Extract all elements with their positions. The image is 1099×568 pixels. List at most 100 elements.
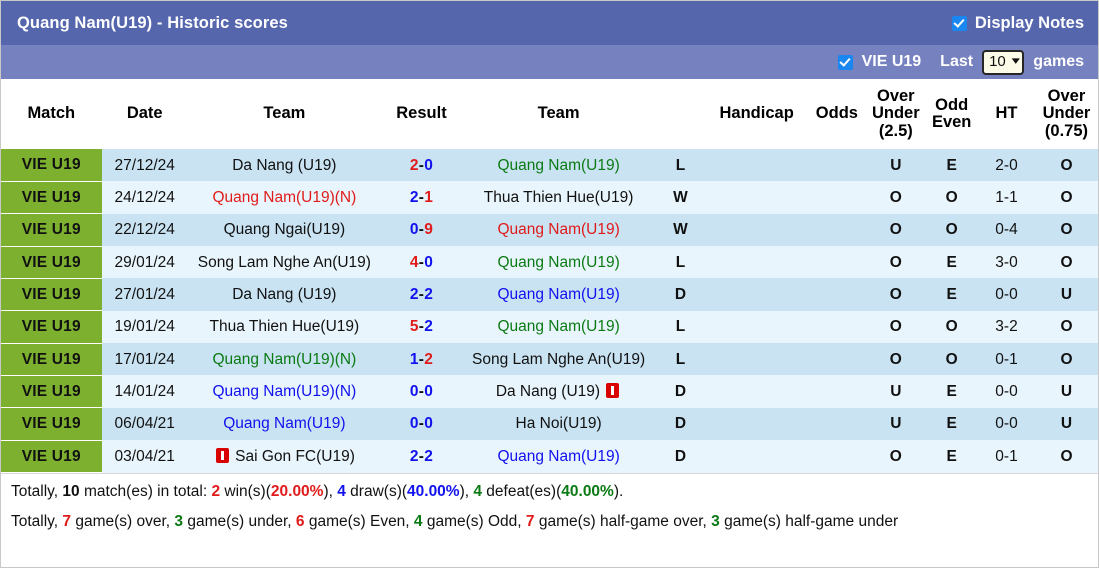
match-result: 2-1: [380, 181, 463, 214]
away-team-name: Quang Nam(U19): [497, 156, 620, 174]
away-team-cell[interactable]: Da Nang (U19): [462, 375, 656, 408]
handicap-value: [705, 213, 808, 247]
col-result[interactable]: Result: [380, 79, 463, 150]
halftime-score: 0-1: [978, 440, 1035, 473]
col-ht[interactable]: HT: [978, 79, 1035, 150]
home-team-name: Quang Nam(U19)(N): [212, 188, 357, 206]
halftime-score: 0-0: [978, 375, 1035, 408]
over-under-25-value: O: [866, 440, 926, 473]
outcome-letter: L: [655, 343, 706, 376]
col-date[interactable]: Date: [101, 79, 188, 150]
summary-draws: 4: [337, 483, 346, 501]
match-result: 0-9: [380, 213, 463, 247]
table-row[interactable]: VIE U19 17/01/24 Quang Nam(U19)(N) 1-2 Song …: [1, 343, 1098, 376]
league-badge[interactable]: VIE U19: [1, 278, 102, 312]
odd-even-value: E: [925, 246, 979, 279]
away-team-cell[interactable]: Quang Nam(U19): [462, 440, 656, 473]
odd-even-value: E: [925, 149, 979, 182]
league-badge[interactable]: VIE U19: [1, 310, 102, 344]
historic-scores-panel: Quang Nam(U19) - Historic scores Display…: [0, 0, 1099, 568]
summary-line-overunder: Totally, 7 game(s) over, 3 game(s) under…: [11, 510, 1088, 533]
home-team-cell[interactable]: Da Nang (U19): [187, 278, 381, 311]
away-team-cell[interactable]: Quang Nam(U19): [462, 278, 656, 311]
summary-text-4: ),: [323, 483, 338, 501]
table-row[interactable]: VIE U19 27/12/24 Da Nang (U19) 2-0 Quang Nam…: [1, 149, 1098, 182]
league-badge[interactable]: VIE U19: [1, 246, 102, 279]
home-team-cell[interactable]: Sai Gon FC(U19): [187, 440, 381, 473]
away-team-cell[interactable]: Quang Nam(U19): [462, 310, 656, 344]
table-row[interactable]: VIE U19 24/12/24 Quang Nam(U19)(N) 2-1 Thua …: [1, 181, 1098, 215]
halftime-score: 3-0: [978, 246, 1035, 279]
odd-even-value: E: [925, 440, 979, 473]
over-under-075-value: U: [1034, 375, 1098, 408]
odd-even-value: O: [925, 181, 979, 214]
odds-value: [807, 149, 867, 182]
home-team-name: Da Nang (U19): [232, 285, 337, 303]
outcome-letter: D: [655, 375, 706, 408]
summary-under-count: 3: [174, 513, 184, 531]
league-badge[interactable]: VIE U19: [1, 181, 102, 215]
league-filter-checkbox[interactable]: [837, 54, 853, 70]
display-notes-checkbox[interactable]: [951, 15, 967, 31]
league-badge[interactable]: VIE U19: [1, 407, 102, 441]
home-team-cell[interactable]: Quang Nam(U19)(N): [187, 375, 381, 408]
col-outcome: [655, 79, 706, 150]
halftime-score: 3-2: [978, 310, 1035, 344]
away-team-cell[interactable]: Ha Noi(U19): [462, 407, 656, 441]
home-team-cell[interactable]: Song Lam Nghe An(U19): [187, 246, 381, 279]
games-count-select[interactable]: 10 ▾: [982, 49, 1025, 75]
away-team-name: Thua Thien Hue(U19): [483, 188, 634, 206]
home-team-cell[interactable]: Quang Nam(U19)(N): [187, 181, 381, 214]
away-team-cell[interactable]: Song Lam Nghe An(U19): [462, 343, 656, 376]
summary-text-7: defeat(es)(: [482, 483, 562, 501]
outcome-letter: D: [655, 440, 706, 473]
chevron-down-icon: ▾: [1011, 55, 1020, 67]
col-odd-even-line1: Odd: [935, 95, 969, 114]
table-row[interactable]: VIE U19 03/04/21 Sai Gon FC(U19) 2-2 Quang …: [1, 440, 1098, 474]
away-team-cell[interactable]: Quang Nam(U19): [462, 213, 656, 247]
col-odds[interactable]: Odds: [807, 79, 867, 150]
home-team-cell[interactable]: Da Nang (U19): [187, 149, 381, 182]
league-badge[interactable]: VIE U19: [1, 213, 102, 247]
away-team-name: Quang Nam(U19): [497, 285, 620, 303]
home-team-cell[interactable]: Quang Ngai(U19): [187, 213, 381, 247]
col-over-under-25[interactable]: Over Under (2.5): [866, 79, 926, 150]
league-badge[interactable]: VIE U19: [1, 375, 102, 409]
last-label: Last: [940, 53, 974, 70]
table-row[interactable]: VIE U19 22/12/24 Quang Ngai(U19) 0-9 Quang N…: [1, 213, 1098, 247]
table-row[interactable]: VIE U19 06/04/21 Quang Nam(U19) 0-0 Ha Noi(U…: [1, 407, 1098, 441]
league-badge[interactable]: VIE U19: [1, 440, 102, 474]
odd-even-value: O: [925, 213, 979, 247]
col-team-home[interactable]: Team: [187, 79, 381, 150]
col-team-away[interactable]: Team: [462, 79, 656, 150]
summary-halfgame-under-count: 3: [711, 513, 720, 531]
table-row[interactable]: VIE U19 29/01/24 Song Lam Nghe An(U19) 4-0 Q…: [1, 246, 1098, 279]
summary2-text-3: game(s) under,: [183, 513, 296, 531]
table-header-row: Match Date Team Result Team Handicap Odd…: [1, 79, 1098, 150]
away-team-cell[interactable]: Thua Thien Hue(U19): [462, 181, 656, 214]
table-row[interactable]: VIE U19 27/01/24 Da Nang (U19) 2-2 Quang Nam…: [1, 278, 1098, 312]
col-odd-even[interactable]: Odd Even: [925, 79, 979, 150]
col-handicap[interactable]: Handicap: [705, 79, 808, 150]
summary-text-6: ),: [459, 483, 474, 501]
display-notes-control[interactable]: Display Notes: [951, 14, 1084, 33]
col-match[interactable]: Match: [1, 79, 102, 150]
summary-defeat-pct: 40.00%: [561, 483, 614, 501]
outcome-letter: W: [655, 213, 706, 247]
odds-value: [807, 407, 867, 441]
away-team-cell[interactable]: Quang Nam(U19): [462, 246, 656, 279]
table-row[interactable]: VIE U19 19/01/24 Thua Thien Hue(U19) 5-2 Qua…: [1, 310, 1098, 344]
col-over-under-075[interactable]: Over Under (0.75): [1034, 79, 1098, 150]
summary-total-matches: 10: [62, 483, 80, 501]
away-team-cell[interactable]: Quang Nam(U19): [462, 149, 656, 182]
home-team-cell[interactable]: Thua Thien Hue(U19): [187, 310, 381, 344]
summary2-prefix: Totally,: [11, 513, 63, 531]
match-result: 4-0: [380, 246, 463, 279]
home-team-cell[interactable]: Quang Nam(U19)(N): [187, 343, 381, 376]
league-badge[interactable]: VIE U19: [1, 343, 102, 376]
match-result: 0-0: [380, 407, 463, 441]
home-team-cell[interactable]: Quang Nam(U19): [187, 407, 381, 441]
score-away: 0: [424, 415, 434, 433]
table-row[interactable]: VIE U19 14/01/24 Quang Nam(U19)(N) 0-0 Da Na…: [1, 375, 1098, 409]
league-badge[interactable]: VIE U19: [1, 149, 102, 182]
